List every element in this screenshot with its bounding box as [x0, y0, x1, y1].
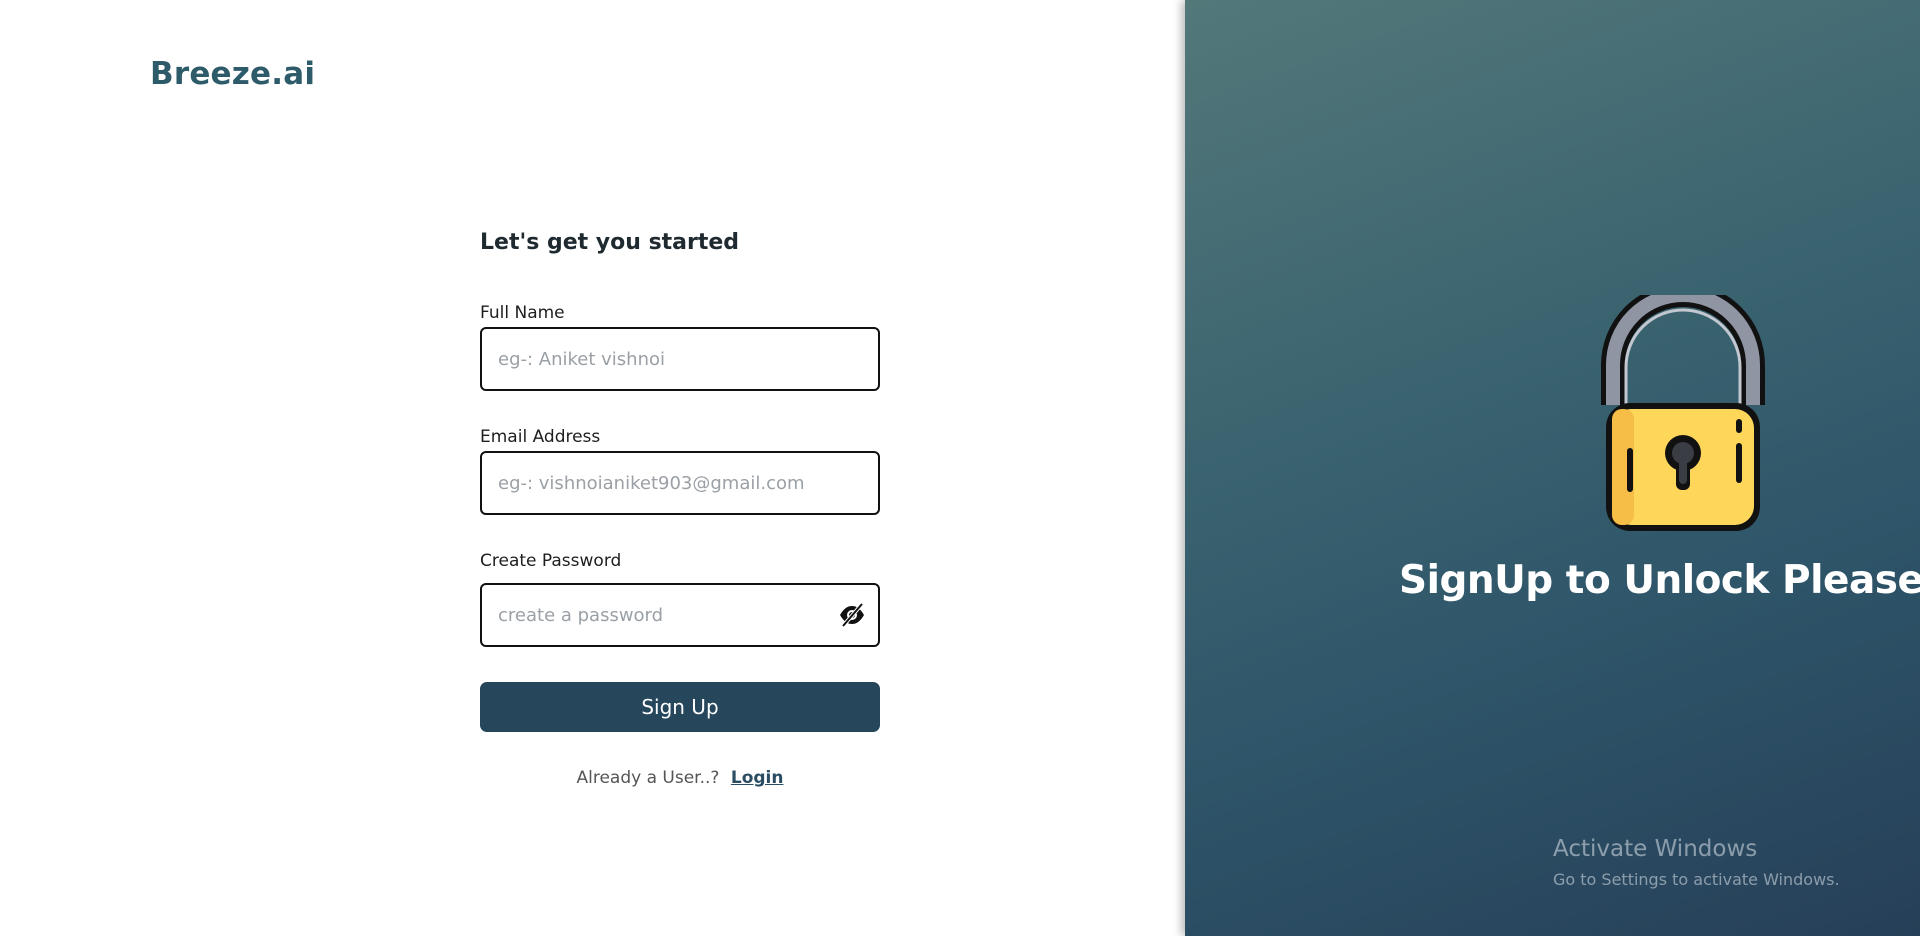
eye-slash-icon[interactable]	[838, 601, 866, 629]
windows-activation-watermark: Activate Windows Go to Settings to activ…	[1553, 836, 1840, 889]
password-label: Create Password	[480, 551, 622, 571]
signup-panel: Breeze.ai Let's get you started Full Nam…	[0, 0, 1185, 936]
login-link[interactable]: Login	[731, 768, 784, 788]
padlock-icon	[1520, 283, 1850, 545]
full-name-label: Full Name	[480, 303, 565, 323]
login-prompt: Already a User..? Login	[480, 768, 880, 788]
full-name-input[interactable]	[480, 327, 880, 391]
hero-panel: SignUp to Unlock Please Activate Windows…	[1185, 0, 1920, 936]
sign-up-button[interactable]: Sign Up	[480, 682, 880, 732]
hero-title: SignUp to Unlock Please	[1399, 558, 1920, 603]
activate-subtitle: Go to Settings to activate Windows.	[1553, 870, 1840, 889]
activate-title: Activate Windows	[1553, 836, 1758, 862]
already-user-text: Already a User..?	[576, 768, 720, 788]
password-field-wrapper	[480, 583, 880, 647]
email-field-wrapper	[480, 451, 880, 515]
password-input[interactable]	[480, 583, 880, 647]
form-heading: Let's get you started	[480, 230, 740, 255]
email-label: Email Address	[480, 427, 601, 447]
email-input[interactable]	[480, 451, 880, 515]
signup-page: Breeze.ai Let's get you started Full Nam…	[0, 0, 1920, 936]
full-name-field-wrapper	[480, 327, 880, 391]
signup-form: Let's get you started Full Name Email Ad…	[480, 230, 880, 788]
brand-logo[interactable]: Breeze.ai	[150, 56, 315, 92]
